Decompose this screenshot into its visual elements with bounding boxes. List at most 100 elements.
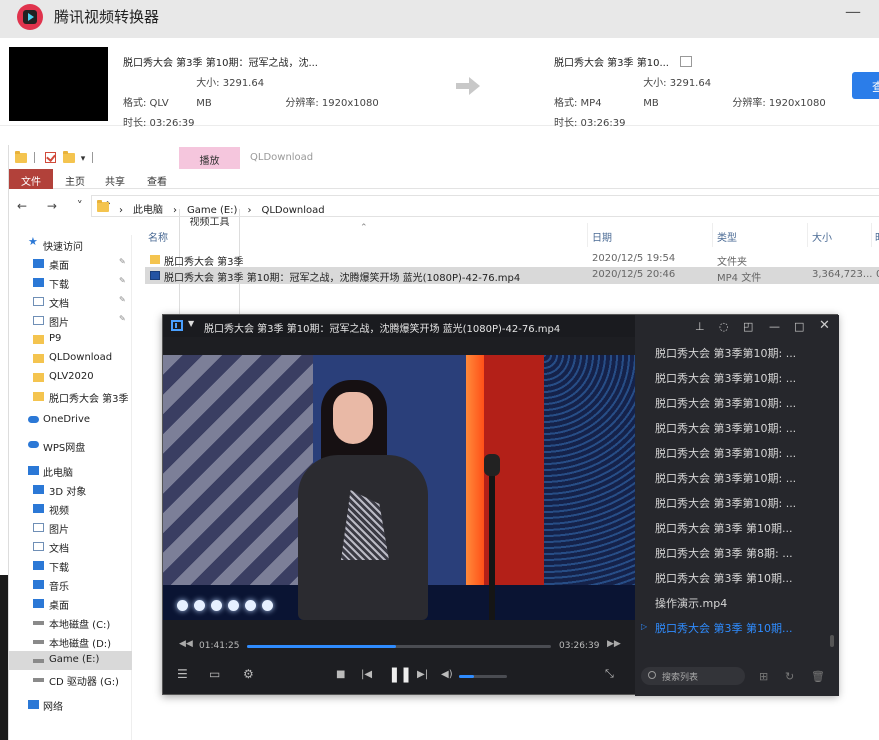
nav-item[interactable]: 网络 [9,695,132,714]
music-icon [33,580,44,589]
nav-item[interactable]: QLDownload [9,349,132,368]
column-extra[interactable]: 时 [875,229,879,244]
playlist-scrollbar[interactable] [830,635,834,647]
add-to-list-icon[interactable]: ⊞ [759,670,768,683]
nav-item[interactable]: 桌面 [9,594,132,613]
playlist-item[interactable]: 脱口秀大会 第3季第10期: ... [655,370,815,386]
nav-item[interactable]: 文档 [9,537,132,556]
pause-icon[interactable]: ❚❚ [388,665,412,683]
nav-item[interactable]: 音乐 [9,575,132,594]
nav-item[interactable]: 下载 ✎ [9,273,132,292]
close-icon[interactable]: ✕ [819,318,830,333]
nav-item[interactable]: 图片 ✎ [9,311,132,330]
window-minimize-icon[interactable]: — [769,320,780,333]
column-date[interactable]: 日期 [592,229,612,244]
loop-icon[interactable]: ↻ [785,670,794,683]
context-tab-play[interactable]: 播放 [179,147,240,169]
nav-item[interactable]: 图片 [9,518,132,537]
tab-home[interactable]: 主页 [63,169,87,189]
previous-icon[interactable]: |◀ [361,669,372,680]
playlist-item[interactable]: 脱口秀大会 第3季第10期: ... [655,345,815,361]
column-size[interactable]: 大小 [812,229,832,244]
window-maximize-icon[interactable]: □ [794,320,804,333]
playlist-item[interactable]: 脱口秀大会 第3季 第10期... [655,520,815,536]
video-file-icon [150,271,160,280]
tab-file[interactable]: 文件 [9,169,53,189]
nav-item[interactable]: OneDrive [9,411,132,430]
nav-item[interactable]: Game (E:) [9,651,132,670]
playlist-item[interactable]: 脱口秀大会 第3季第10期: ... [655,470,815,486]
chevron-down-icon[interactable]: ▼ [188,319,194,328]
playlist-item[interactable]: 操作演示.mp4 [655,595,815,611]
nav-item[interactable]: 此电脑 [9,461,132,480]
edit-icon[interactable] [680,56,693,67]
breadcrumb-qldownload[interactable]: QLDownload [261,205,324,216]
nav-item[interactable]: CD 驱动器 (G:) [9,670,132,689]
breadcrumb-this-pc[interactable]: 此电脑 [133,205,163,216]
nav-item[interactable]: 本地磁盘 (D:) [9,632,132,651]
pin-icon[interactable]: ✎ [119,257,126,266]
nav-item[interactable]: 桌面 ✎ [9,254,132,273]
open-folder-icon[interactable]: ▭ [209,667,220,681]
tab-share[interactable]: 共享 [103,169,127,189]
playlist-item[interactable]: 脱口秀大会 第3季 第8期: ... [655,545,815,561]
column-type[interactable]: 类型 [717,229,737,244]
nav-item[interactable]: 文档 ✎ [9,292,132,311]
customize-toolbar-icon[interactable]: ▾ [81,154,86,164]
player-menu-icon[interactable] [171,320,183,331]
fullscreen-icon[interactable]: ⤡ [605,667,614,681]
nav-item[interactable]: P9 [9,330,132,349]
playlist-item[interactable]: 脱口秀大会 第3季第10期: ... [655,395,815,411]
stop-icon[interactable]: ■ [336,669,345,680]
nav-item-label: 本地磁盘 (D:) [49,639,112,650]
folder-icon [97,200,109,212]
nav-item[interactable]: 下载 [9,556,132,575]
tab-view[interactable]: 查看 [145,169,169,189]
volume-slider[interactable] [459,675,507,678]
progress-track[interactable] [247,645,551,648]
nav-item[interactable]: 视频 [9,499,132,518]
minimize-button[interactable]: — [845,2,861,21]
nav-item[interactable]: QLV2020 [9,368,132,387]
playlist-item[interactable]: 脱口秀大会 第3季第10期: ... [655,495,815,511]
seek-bar: ◀◀ 01:41:25 03:26:39 ▶▶ [163,637,635,655]
pin-icon[interactable]: ⊥ [695,320,705,333]
volume-icon[interactable]: ◀) [441,669,453,680]
convert-button[interactable]: 查 [852,72,879,99]
pin-icon[interactable]: ✎ [119,295,126,304]
column-name[interactable]: 名称 [148,229,168,244]
video-frame[interactable] [163,355,635,620]
mini-mode-icon[interactable]: ◰ [743,320,753,333]
playlist-search-input[interactable]: 搜索列表 [641,667,745,685]
lightbulb-icon[interactable]: ◌ [719,320,729,333]
address-input[interactable]: › 此电脑 › Game (E:) › QLDownload [91,195,879,217]
table-row[interactable]: 脱口秀大会 第3季 第10期：冠军之战，沈腾爆笑开场 蓝光(1080P)-42-… [145,267,879,284]
player-controls: ☰ ▭ ⚙ ■ |◀ ❚❚ ▶| ◀) ⤡ [163,661,635,693]
nav-item[interactable]: ★ 快速访问 [9,235,132,254]
settings-gear-icon[interactable]: ⚙ [243,667,254,681]
folder-icon [15,150,27,163]
rewind-icon[interactable]: ◀◀ [179,639,193,649]
nav-item-label: 本地磁盘 (C:) [49,620,111,631]
playlist-item[interactable]: 脱口秀大会 第3季第10期: ... [655,420,815,436]
playlist-item[interactable]: 脱口秀大会 第3季第10期: ... [655,445,815,461]
properties-check-icon[interactable] [45,152,57,163]
next-icon[interactable]: ▶| [417,669,428,680]
nav-item[interactable]: 脱口秀大会 第3季 [9,387,132,406]
new-folder-icon[interactable] [62,150,75,163]
nav-item[interactable]: 3D 对象 [9,480,132,499]
playlist-item[interactable]: 脱口秀大会 第3季 第10期... [655,570,815,586]
fast-forward-icon[interactable]: ▶▶ [607,639,621,649]
pin-icon[interactable]: ✎ [119,314,126,323]
nav-item[interactable]: WPS网盘 [9,436,132,455]
target-duration: 时长: 03:26:39 [554,118,626,129]
playlist-item[interactable]: 脱口秀大会 第3季 第10期... [655,620,815,636]
pictures-icon [33,523,44,532]
tencent-video-logo-icon [17,4,43,30]
breadcrumb-game-drive[interactable]: Game (E:) [187,205,237,216]
pin-icon[interactable]: ✎ [119,276,126,285]
nav-item[interactable]: 本地磁盘 (C:) [9,613,132,632]
table-row[interactable]: 脱口秀大会 第3季 2020/12/5 19:54 文件夹 [145,251,879,268]
hamburger-menu-icon[interactable]: ☰ [177,667,188,681]
delete-icon[interactable]: 🗑 [811,670,825,683]
